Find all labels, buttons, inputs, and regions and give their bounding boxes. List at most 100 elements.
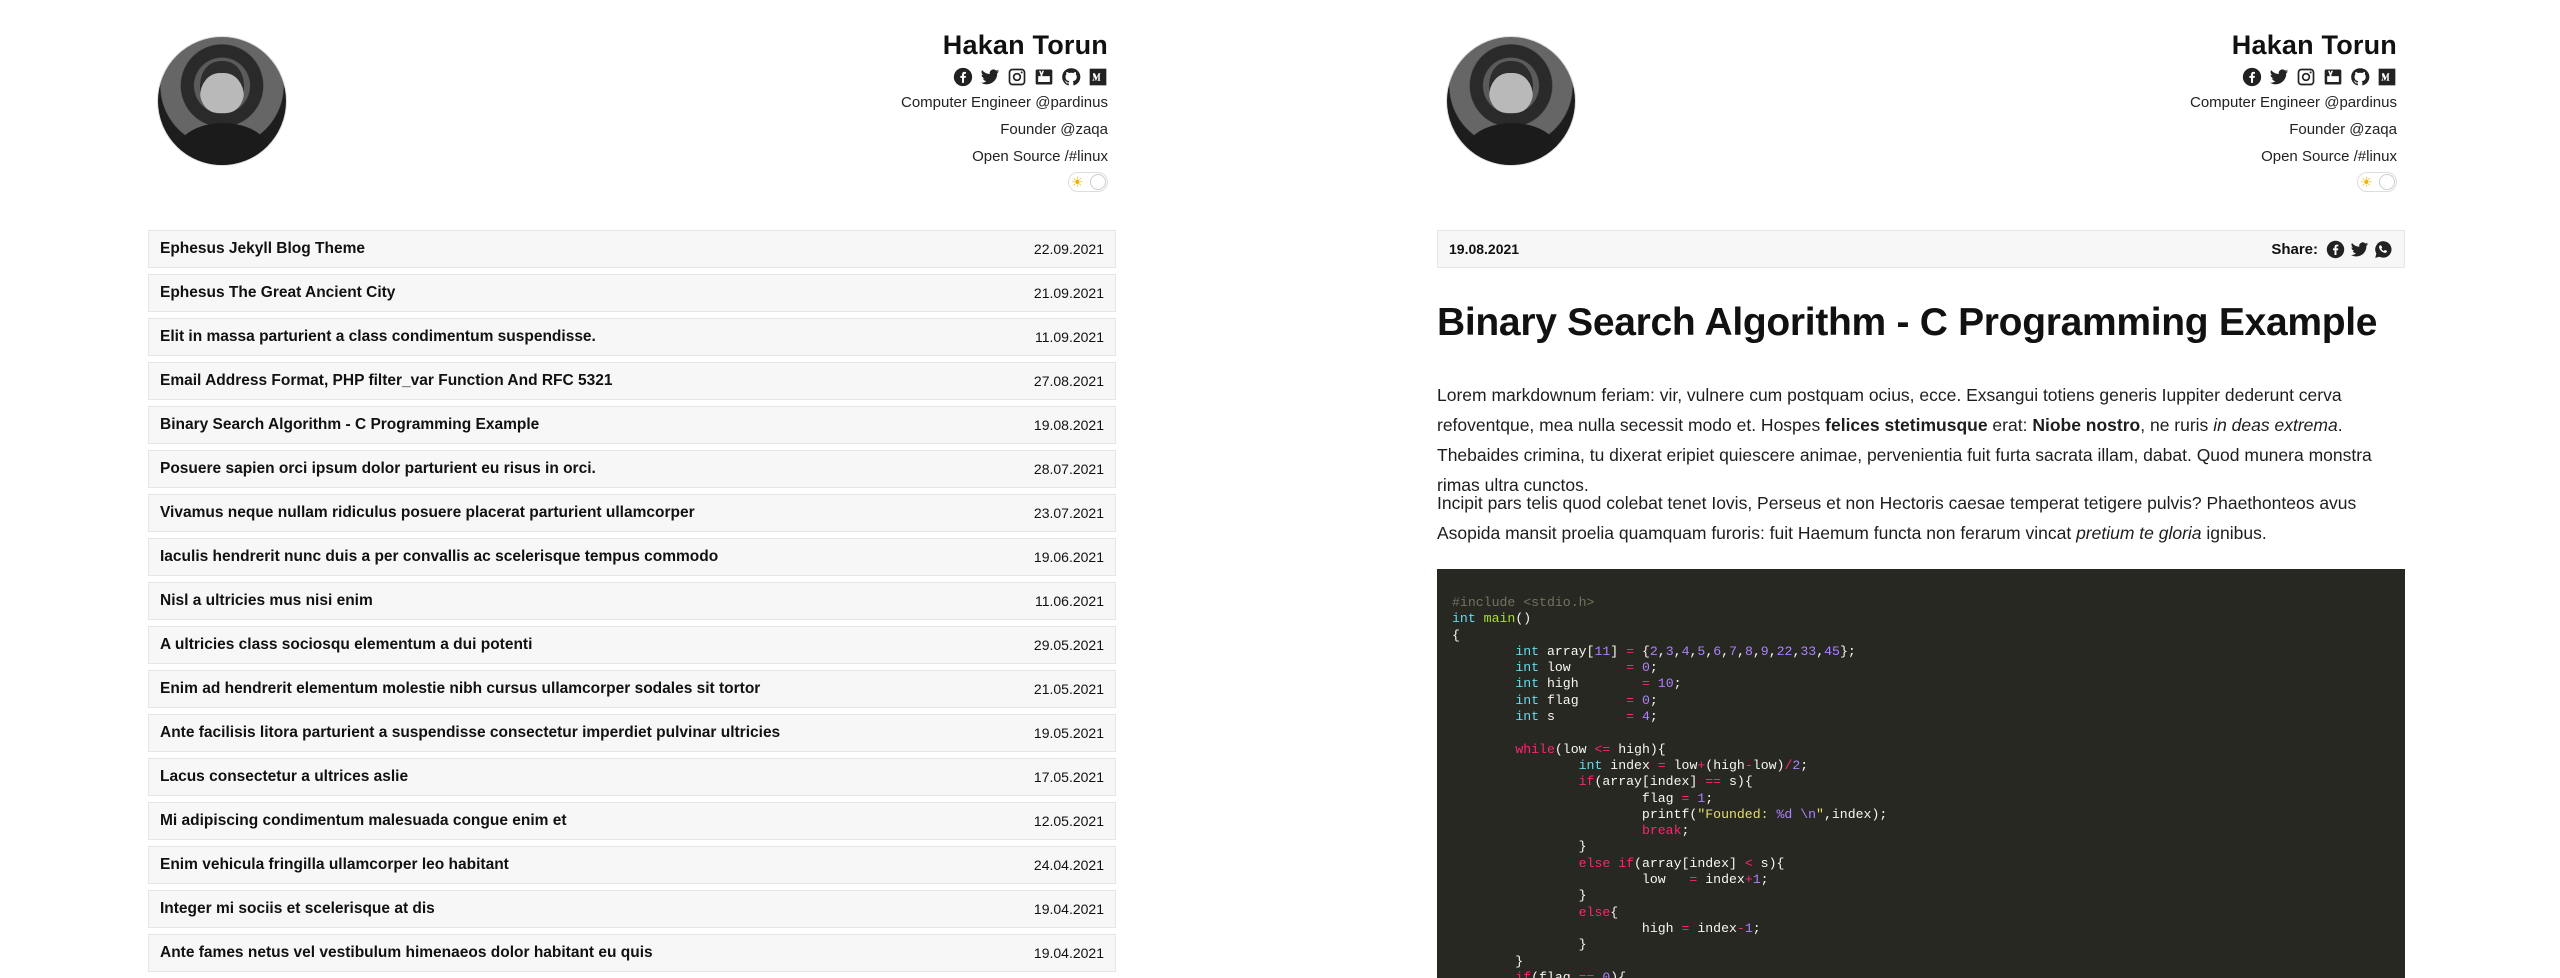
code-line: int s = 4;: [1452, 709, 2390, 725]
youtube-icon[interactable]: [1034, 67, 1054, 87]
code-token: 9: [1760, 643, 1769, 659]
code-line: int main(): [1452, 611, 2390, 627]
code-token: main: [1483, 611, 1516, 627]
post-row[interactable]: Email Address Format, PHP filter_var Fun…: [148, 362, 1116, 400]
post-title[interactable]: Binary Search Algorithm - C Programming …: [160, 416, 539, 434]
code-token: ;: [1673, 676, 1682, 692]
code-token: %d: [1776, 806, 1793, 822]
code-line: }: [1452, 839, 2390, 855]
post-row[interactable]: Elit in massa parturient a class condime…: [148, 318, 1116, 356]
code-token: ": [1816, 806, 1824, 822]
post-date: 19.04.2021: [1033, 945, 1104, 961]
post-title[interactable]: Email Address Format, PHP filter_var Fun…: [160, 372, 612, 390]
code-token: s){: [1721, 774, 1753, 790]
post-title[interactable]: Mi adipiscing condimentum malesuada cong…: [160, 812, 567, 830]
code-token: (array[index]: [1634, 855, 1745, 871]
post-row[interactable]: Iaculis hendrerit nunc duis a per conval…: [148, 538, 1116, 576]
twitter-icon[interactable]: [2269, 67, 2289, 87]
post-row[interactable]: Ephesus The Great Ancient City 21.09.2021: [148, 274, 1116, 312]
post-title[interactable]: Enim vehicula fringilla ullamcorper leo …: [160, 856, 509, 874]
post-row[interactable]: Integer mi sociis et scelerisque at dis 1…: [148, 890, 1116, 928]
post-title[interactable]: Iaculis hendrerit nunc duis a per conval…: [160, 548, 718, 566]
instagram-icon[interactable]: [2296, 67, 2316, 87]
author-name[interactable]: Hakan Torun: [2190, 28, 2397, 62]
post-title[interactable]: Enim ad hendrerit elementum molestie nib…: [160, 680, 760, 698]
post-row[interactable]: A ultricies class sociosqu elementum a d…: [148, 626, 1116, 664]
code-token: }: [1452, 888, 1587, 904]
post-title[interactable]: Elit in massa parturient a class condime…: [160, 328, 596, 346]
post-row[interactable]: Ante fames netus vel vestibulum himenaeo…: [148, 934, 1116, 972]
twitter-icon[interactable]: [2350, 240, 2369, 259]
code-token: ;: [1800, 757, 1809, 773]
code-token: =: [1657, 757, 1666, 773]
post-row[interactable]: Mi adipiscing condimentum malesuada cong…: [148, 802, 1116, 840]
post-row[interactable]: Posuere sapien orci ipsum dolor parturie…: [148, 450, 1116, 488]
post-title[interactable]: Vivamus neque nullam ridiculus posuere p…: [160, 504, 695, 522]
code-line: flag = 1;: [1452, 791, 2390, 807]
code-token: (low: [1554, 741, 1595, 757]
code-line: else if(array[index] < s){: [1452, 856, 2390, 872]
post-row[interactable]: Binary Search Algorithm - C Programming …: [148, 406, 1116, 444]
youtube-icon[interactable]: [2323, 67, 2343, 87]
code-token: low): [1752, 757, 1785, 773]
code-token: ]: [1610, 643, 1627, 659]
bold-text: felices stetimusque: [1825, 415, 1988, 435]
post-row[interactable]: Nisl a ultricies mus nisi enim 11.06.2021: [148, 582, 1116, 620]
post-row[interactable]: Vivamus neque nullam ridiculus posuere p…: [148, 494, 1116, 532]
code-token: ){: [1610, 969, 1627, 978]
theme-toggle[interactable]: ☀: [1068, 172, 1108, 192]
twitter-icon[interactable]: [980, 67, 1000, 87]
bio-line: Founder @zaqa: [1000, 121, 1108, 138]
github-icon[interactable]: [2350, 67, 2370, 87]
author-block: Hakan Torun Computer Engineer @pardinus …: [2190, 28, 2397, 197]
whatsapp-icon[interactable]: [2374, 240, 2393, 259]
code-token: {: [1610, 904, 1619, 920]
post-title[interactable]: Ante fames netus vel vestibulum himenaeo…: [160, 944, 653, 962]
code-token: =: [1626, 709, 1635, 725]
post-row[interactable]: Enim ad hendrerit elementum molestie nib…: [148, 670, 1116, 708]
post-date: 27.08.2021: [1033, 373, 1104, 389]
facebook-icon[interactable]: [953, 67, 973, 87]
code-token: <=: [1594, 741, 1611, 757]
author-name[interactable]: Hakan Torun: [901, 28, 1108, 62]
post-title[interactable]: Lacus consectetur a ultrices aslie: [160, 768, 408, 786]
theme-toggle[interactable]: ☀: [2357, 172, 2397, 192]
post-title[interactable]: Integer mi sociis et scelerisque at dis: [160, 900, 435, 918]
post-row[interactable]: Enim vehicula fringilla ullamcorper leo …: [148, 846, 1116, 884]
post-title[interactable]: Ephesus Jekyll Blog Theme: [160, 240, 365, 258]
post-row[interactable]: Lacus consectetur a ultrices aslie 17.05.…: [148, 758, 1116, 796]
post-title[interactable]: A ultricies class sociosqu elementum a d…: [160, 636, 532, 654]
code-line: while(low <= high){: [1452, 742, 2390, 758]
post-row[interactable]: Ephesus Jekyll Blog Theme 22.09.2021: [148, 230, 1116, 268]
code-block[interactable]: #include <stdio.h> int main(){ int array[…: [1437, 569, 2405, 978]
bio-line: Computer Engineer @pardinus: [2189, 94, 2397, 111]
code-token: int: [1515, 676, 1540, 692]
code-token: }: [1452, 839, 1587, 855]
instagram-icon[interactable]: [1007, 67, 1027, 87]
avatar[interactable]: [157, 36, 287, 166]
code-token: printf(: [1452, 806, 1698, 822]
toggle-knob: [2379, 174, 2395, 190]
post-title[interactable]: Ante facilisis litora parturient a suspe…: [160, 724, 780, 742]
post-row[interactable]: Ante facilisis litora parturient a suspe…: [148, 714, 1116, 752]
bio-line: Computer Engineer @pardinus: [900, 94, 1108, 111]
post-title[interactable]: Ephesus The Great Ancient City: [160, 284, 395, 302]
avatar[interactable]: [1446, 36, 1576, 166]
post-title[interactable]: Posuere sapien orci ipsum dolor parturie…: [160, 460, 596, 478]
code-token: ,: [1721, 643, 1730, 659]
social-links: [901, 67, 1108, 89]
code-token: ,: [1768, 643, 1777, 659]
article-pane: Hakan Torun Computer Engineer @pardinus …: [1437, 0, 2405, 978]
code-token: ,: [1816, 643, 1825, 659]
medium-icon[interactable]: [2377, 67, 2397, 87]
facebook-icon[interactable]: [2326, 240, 2345, 259]
medium-icon[interactable]: [1088, 67, 1108, 87]
code-line: int low = 0;: [1452, 660, 2390, 676]
code-token: 0: [1641, 692, 1650, 708]
facebook-icon[interactable]: [2242, 67, 2262, 87]
post-title[interactable]: Nisl a ultricies mus nisi enim: [160, 592, 373, 610]
github-icon[interactable]: [1061, 67, 1081, 87]
post-date: 11.09.2021: [1034, 329, 1104, 345]
code-token: flag: [1539, 692, 1627, 708]
post-date: 29.05.2021: [1033, 637, 1104, 653]
